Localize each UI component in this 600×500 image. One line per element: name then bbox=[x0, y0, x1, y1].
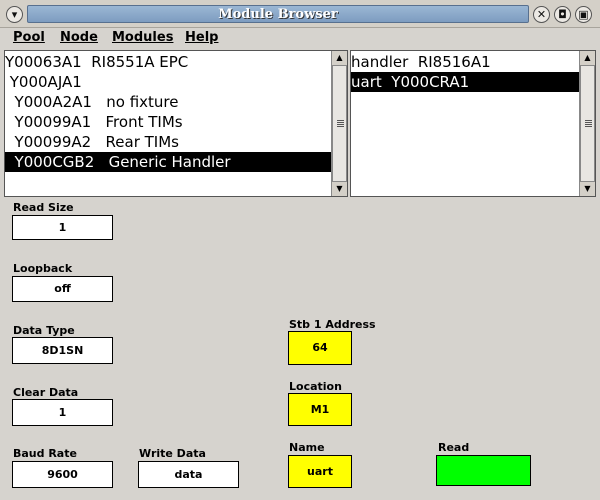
restore-icon[interactable]: ◘ bbox=[554, 6, 571, 23]
loopback-field[interactable]: off bbox=[12, 276, 113, 302]
scroll-up-icon[interactable]: ▲ bbox=[580, 51, 595, 65]
stb1-address-label: Stb 1 Address bbox=[289, 318, 376, 331]
data-type-field[interactable]: 8D1SN bbox=[12, 337, 113, 364]
title-bar-strip[interactable]: Module Browser bbox=[27, 5, 529, 23]
left-list-scrollbar[interactable]: ▲ ▼ bbox=[331, 51, 347, 196]
baud-rate-label: Baud Rate bbox=[13, 447, 77, 460]
scroll-thumb[interactable] bbox=[332, 65, 347, 182]
read-label: Read bbox=[438, 441, 470, 454]
write-data-label: Write Data bbox=[139, 447, 206, 460]
read-size-field[interactable]: 1 bbox=[12, 215, 113, 240]
grip-icon bbox=[585, 119, 592, 128]
list-item[interactable]: Y000A2A1 no fixture bbox=[5, 92, 333, 112]
module-detail-list[interactable]: handler RI8516A1 uart Y000CRA1 ▲ ▼ bbox=[350, 50, 596, 197]
location-label: Location bbox=[289, 380, 342, 393]
loopback-label: Loopback bbox=[13, 262, 73, 275]
list-item-selected[interactable]: uart Y000CRA1 bbox=[351, 72, 579, 92]
location-field[interactable]: M1 bbox=[288, 393, 352, 426]
list-item[interactable]: Y00099A1 Front TIMs bbox=[5, 112, 333, 132]
scroll-up-icon[interactable]: ▲ bbox=[332, 51, 347, 65]
grip-icon bbox=[337, 119, 344, 128]
name-field[interactable]: uart bbox=[288, 455, 352, 488]
list-item[interactable]: Y00063A1 RI8551A EPC bbox=[5, 52, 333, 72]
clear-data-label: Clear Data bbox=[13, 386, 79, 399]
menu-node[interactable]: Node bbox=[60, 30, 98, 45]
window-title: Module Browser bbox=[218, 7, 338, 22]
read-indicator bbox=[436, 455, 531, 486]
maximize-icon[interactable]: ▣ bbox=[575, 6, 592, 23]
close-icon[interactable]: ✕ bbox=[533, 6, 550, 23]
module-tree-list[interactable]: Y00063A1 RI8551A EPC Y000AJA1 Y000A2A1 n… bbox=[4, 50, 348, 197]
chevron-down-icon[interactable]: ▾ bbox=[6, 6, 23, 23]
menu-bar: Pool Node Modules Help bbox=[0, 28, 600, 48]
menu-pool[interactable]: Pool bbox=[13, 30, 45, 45]
clear-data-field[interactable]: 1 bbox=[12, 399, 113, 426]
name-label: Name bbox=[289, 441, 325, 454]
baud-rate-field[interactable]: 9600 bbox=[12, 461, 113, 488]
list-item[interactable]: Y000AJA1 bbox=[5, 72, 333, 92]
read-size-label: Read Size bbox=[13, 201, 74, 214]
scroll-thumb[interactable] bbox=[580, 65, 595, 182]
menu-help[interactable]: Help bbox=[185, 30, 218, 45]
data-type-label: Data Type bbox=[13, 324, 75, 337]
scroll-down-icon[interactable]: ▼ bbox=[332, 182, 347, 196]
list-item[interactable]: Y00099A2 Rear TIMs bbox=[5, 132, 333, 152]
stb1-address-field[interactable]: 64 bbox=[288, 331, 352, 365]
list-item[interactable]: handler RI8516A1 bbox=[351, 52, 579, 72]
write-data-field[interactable]: data bbox=[138, 461, 239, 488]
scroll-down-icon[interactable]: ▼ bbox=[580, 182, 595, 196]
title-bar[interactable]: ▾ Module Browser ✕ ◘ ▣ bbox=[0, 0, 600, 28]
menu-modules[interactable]: Modules bbox=[112, 30, 173, 45]
list-item-selected[interactable]: Y000CGB2 Generic Handler bbox=[5, 152, 333, 172]
right-list-scrollbar[interactable]: ▲ ▼ bbox=[579, 51, 595, 196]
